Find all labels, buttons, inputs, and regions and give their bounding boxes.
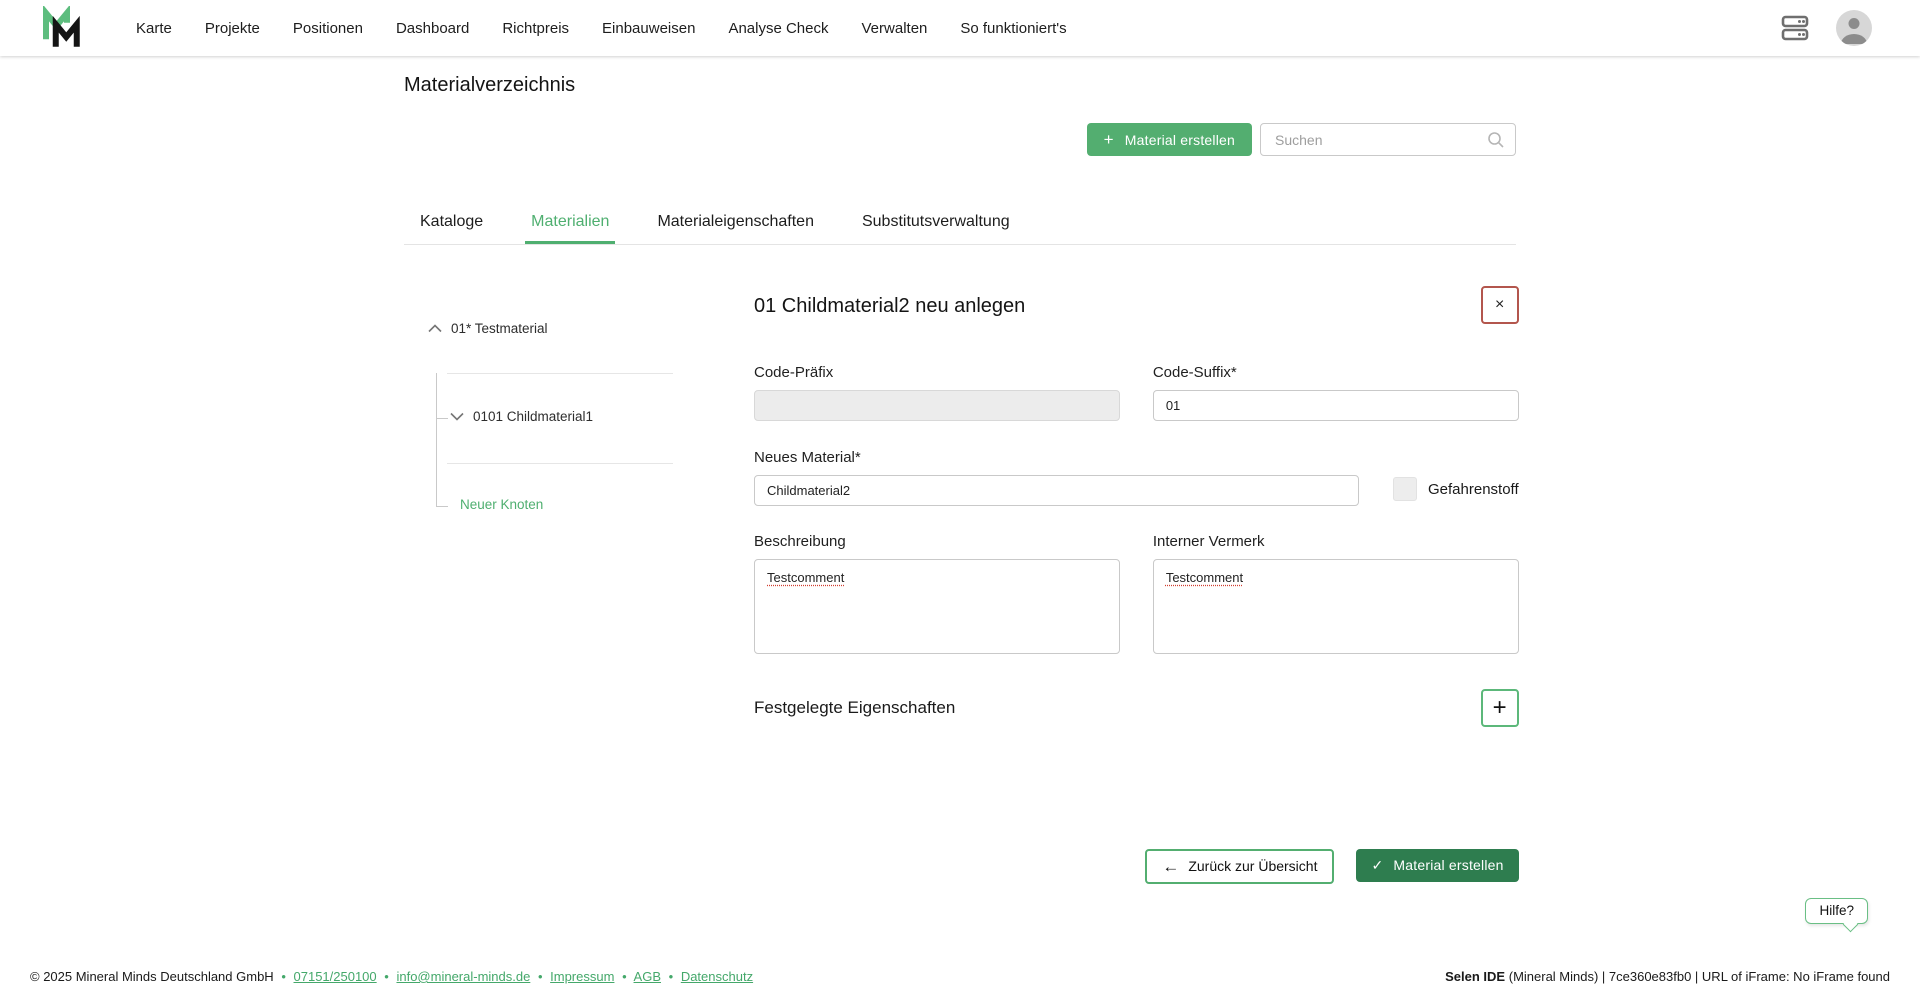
footer-app-name: Selen IDE xyxy=(1445,969,1505,984)
footer-separator: • xyxy=(669,969,674,984)
material-tree: 01* Testmaterial 0101 Childmaterial1 Neu… xyxy=(428,316,754,531)
nav-item-dashboard[interactable]: Dashboard xyxy=(396,20,469,37)
hazard-label: Gefahrenstoff xyxy=(1428,481,1519,498)
arrow-left-icon: ← xyxy=(1162,858,1179,875)
description-textarea[interactable]: Testcomment xyxy=(754,559,1120,654)
footer-link-datenschutz[interactable]: Datenschutz xyxy=(681,969,753,984)
submit-button-label: Material erstellen xyxy=(1393,857,1503,873)
back-button-label: Zurück zur Übersicht xyxy=(1188,858,1317,874)
footer-separator: • xyxy=(622,969,627,984)
internal-note-textarea[interactable]: Testcomment xyxy=(1153,559,1519,654)
chevron-down-icon[interactable] xyxy=(450,412,464,421)
search-input[interactable] xyxy=(1273,131,1486,149)
tree-connector-line xyxy=(436,373,437,507)
add-property-button[interactable]: + xyxy=(1481,689,1519,727)
hazard-checkbox-group: Gefahrenstoff xyxy=(1393,477,1519,501)
tree-node-new[interactable]: Neuer Knoten xyxy=(460,497,543,512)
footer-link-email[interactable]: info@mineral-minds.de xyxy=(396,969,530,984)
close-form-button[interactable]: × xyxy=(1481,286,1519,324)
code-prefix-field-group: Code-Präfix xyxy=(754,364,1120,421)
description-label: Beschreibung xyxy=(754,533,1120,550)
footer-separator: • xyxy=(281,969,286,984)
search-icon xyxy=(1486,130,1506,150)
nav-item-einbauweisen[interactable]: Einbauweisen xyxy=(602,20,695,37)
properties-heading: Festgelegte Eigenschaften xyxy=(754,698,955,718)
tab-materialeigenschaften[interactable]: Materialeigenschaften xyxy=(651,202,820,244)
tree-connector-dash xyxy=(437,506,448,507)
code-prefix-label: Code-Präfix xyxy=(754,364,1120,381)
chevron-up-icon[interactable] xyxy=(428,324,442,333)
new-material-input[interactable] xyxy=(754,475,1359,506)
tree-connector-dash xyxy=(437,418,448,419)
description-field-group: Beschreibung Testcomment xyxy=(754,533,1120,659)
footer-link-agb[interactable]: AGB xyxy=(634,969,661,984)
tree-node-new-label: Neuer Knoten xyxy=(460,497,543,512)
tab-kataloge[interactable]: Kataloge xyxy=(414,202,489,244)
search-box xyxy=(1260,123,1516,156)
close-icon: × xyxy=(1495,297,1504,313)
logo-icon xyxy=(40,6,82,50)
nav-item-richtpreis[interactable]: Richtpreis xyxy=(502,20,569,37)
footer: © 2025 Mineral Minds Deutschland GmbH • … xyxy=(30,969,1890,984)
main-menu: Karte Projekte Positionen Dashboard Rich… xyxy=(136,20,1067,37)
internal-note-field-group: Interner Vermerk Testcomment xyxy=(1153,533,1519,659)
check-icon: ✓ xyxy=(1371,858,1383,872)
code-suffix-label: Code-Suffix* xyxy=(1153,364,1519,381)
help-label: Hilfe? xyxy=(1819,903,1854,918)
nav-item-analyse-check[interactable]: Analyse Check xyxy=(728,20,828,37)
code-suffix-field-group: Code-Suffix* xyxy=(1153,364,1519,421)
footer-copyright: © 2025 Mineral Minds Deutschland GmbH xyxy=(30,969,274,984)
tab-materialien[interactable]: Materialien xyxy=(525,202,615,244)
create-material-label: Material erstellen xyxy=(1125,132,1235,148)
material-tree-panel: 01* Testmaterial 0101 Childmaterial1 Neu… xyxy=(404,286,754,531)
server-stack-icon[interactable] xyxy=(1778,11,1812,45)
nav-item-so-funktionierts[interactable]: So funktioniert's xyxy=(960,20,1066,37)
code-prefix-input xyxy=(754,390,1120,421)
tree-node-child-label: 0101 Childmaterial1 xyxy=(473,409,593,424)
main-content: Materialverzeichnis + Material erstellen… xyxy=(404,74,1516,884)
form-title: 01 Childmaterial2 neu anlegen xyxy=(754,295,1025,318)
add-icon: + xyxy=(1493,696,1507,720)
tree-separator xyxy=(447,373,673,374)
new-material-field-group: Neues Material* xyxy=(754,449,1359,506)
new-material-label: Neues Material* xyxy=(754,449,1359,466)
nav-right-icons xyxy=(1778,10,1872,46)
toolbar: + Material erstellen xyxy=(404,123,1516,156)
footer-link-impressum[interactable]: Impressum xyxy=(550,969,614,984)
footer-left: © 2025 Mineral Minds Deutschland GmbH • … xyxy=(30,969,753,984)
create-material-button-top[interactable]: + Material erstellen xyxy=(1087,123,1252,156)
code-suffix-input[interactable] xyxy=(1153,390,1519,421)
tree-node-child[interactable]: 0101 Childmaterial1 xyxy=(450,409,593,424)
back-to-overview-button[interactable]: ← Zurück zur Übersicht xyxy=(1145,849,1334,884)
plus-icon: + xyxy=(1104,131,1114,148)
tab-substitutsverwaltung[interactable]: Substitutsverwaltung xyxy=(856,202,1016,244)
footer-separator: • xyxy=(384,969,389,984)
create-material-form: 01 Childmaterial2 neu anlegen × Code-Prä… xyxy=(754,286,1519,884)
top-navigation: Karte Projekte Positionen Dashboard Rich… xyxy=(0,0,1920,56)
create-material-button-submit[interactable]: ✓ Material erstellen xyxy=(1356,849,1518,882)
hazard-checkbox[interactable] xyxy=(1393,477,1417,501)
internal-note-label: Interner Vermerk xyxy=(1153,533,1519,550)
footer-right: Selen IDE (Mineral Minds) | 7ce360e83fb0… xyxy=(1445,969,1890,984)
tree-node-root-label: 01* Testmaterial xyxy=(451,321,548,336)
footer-app-info: (Mineral Minds) | 7ce360e83fb0 | URL of … xyxy=(1509,969,1890,984)
nav-item-positionen[interactable]: Positionen xyxy=(293,20,363,37)
footer-separator: • xyxy=(538,969,543,984)
tree-node-root[interactable]: 01* Testmaterial xyxy=(428,321,548,336)
page-title: Materialverzeichnis xyxy=(404,74,1516,97)
nav-item-karte[interactable]: Karte xyxy=(136,20,172,37)
nav-item-projekte[interactable]: Projekte xyxy=(205,20,260,37)
footer-link-phone[interactable]: 07151/250100 xyxy=(294,969,377,984)
user-avatar-icon[interactable] xyxy=(1836,10,1872,46)
help-tooltip[interactable]: Hilfe? xyxy=(1805,898,1868,924)
tree-separator xyxy=(447,463,673,464)
nav-item-verwalten[interactable]: Verwalten xyxy=(862,20,928,37)
tab-bar: Kataloge Materialien Materialeigenschaft… xyxy=(404,202,1516,245)
mineral-minds-logo[interactable] xyxy=(40,6,82,50)
